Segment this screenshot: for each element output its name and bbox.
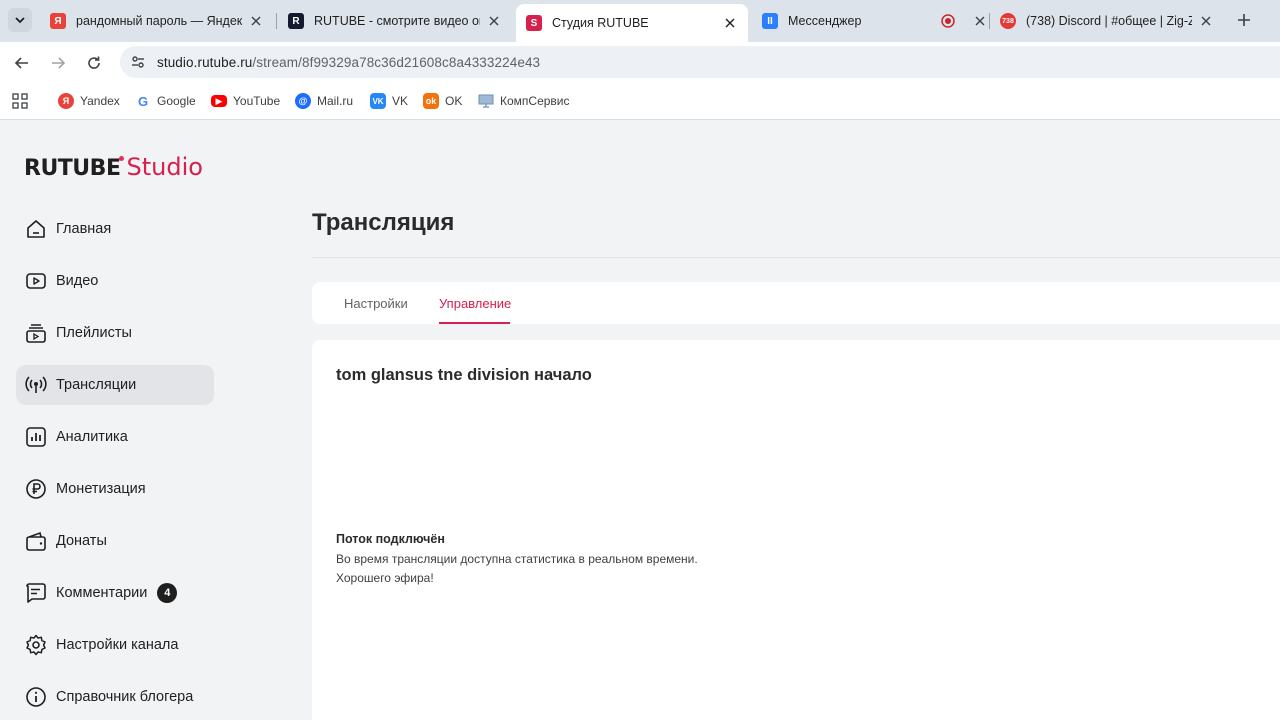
vk-icon: VK xyxy=(370,93,386,109)
analytics-icon xyxy=(24,425,48,449)
tab-management[interactable]: Управление xyxy=(439,296,511,311)
bookmark-google[interactable]: G Google xyxy=(135,92,196,110)
rutube-studio-icon: S xyxy=(526,15,542,31)
stream-status-title: Поток подключён xyxy=(336,532,445,546)
browser-tab-recording[interactable] xyxy=(930,6,986,36)
close-icon[interactable] xyxy=(972,13,988,29)
sidebar-item-monetization[interactable]: Монетизация xyxy=(16,469,214,509)
bookmarks-bar: Я Yandex G Google ▶ YouTube @ Mail.ru VK VK o… xyxy=(0,82,1280,120)
ruble-icon xyxy=(24,477,48,501)
plus-icon xyxy=(1238,14,1250,26)
mailru-icon: @ xyxy=(295,93,311,109)
playlist-icon xyxy=(24,321,48,345)
rutube-icon: R xyxy=(288,13,304,29)
new-tab-button[interactable] xyxy=(1234,10,1254,30)
recording-icon xyxy=(940,13,956,29)
sidebar-item-playlists[interactable]: Плейлисты xyxy=(16,313,214,353)
gear-icon xyxy=(24,633,48,657)
wallet-icon xyxy=(24,529,48,553)
stream-management-card: tom glansus tne division начало Поток по… xyxy=(312,340,1280,720)
logo-dot xyxy=(119,156,125,161)
browser-toolbar: studio.rutube.ru/stream/8f99329a78c36d21… xyxy=(0,42,1280,82)
yandex-icon: Я xyxy=(50,13,66,29)
bookmark-youtube[interactable]: ▶ YouTube xyxy=(211,92,280,110)
stream-status-line: Хорошего эфира! xyxy=(336,571,434,585)
forward-button[interactable] xyxy=(47,52,69,74)
close-icon[interactable] xyxy=(486,13,502,29)
arrow-left-icon xyxy=(14,57,28,69)
close-icon[interactable] xyxy=(722,15,738,31)
rutube-studio-logo[interactable]: RUTUBE Studio xyxy=(24,153,203,181)
info-icon xyxy=(24,685,48,709)
stream-status-line: Во время трансляции доступна статистика … xyxy=(336,552,698,566)
browser-tab-discord[interactable]: 738 (738) Discord | #общее | Zig-Zi xyxy=(990,6,1224,36)
browser-tab-yandex[interactable]: Я рандомный пароль — Яндекс xyxy=(40,6,274,36)
sidebar-item-channel-settings[interactable]: Настройки канала xyxy=(16,625,214,665)
close-icon[interactable] xyxy=(248,13,264,29)
discord-icon: 738 xyxy=(1000,13,1016,29)
sidebar-item-video[interactable]: Видео xyxy=(16,261,214,301)
video-icon xyxy=(24,269,48,293)
messenger-icon: II xyxy=(762,13,778,29)
youtube-icon: ▶ xyxy=(211,95,227,107)
page-title: Трансляция xyxy=(312,209,455,236)
tab-list-button[interactable] xyxy=(8,8,32,32)
home-icon xyxy=(24,217,48,241)
sidebar: Главная Видео Плейлисты Трансляции Анали… xyxy=(16,209,214,720)
close-icon[interactable] xyxy=(1198,13,1214,29)
sidebar-item-analytics[interactable]: Аналитика xyxy=(16,417,214,457)
comments-count-badge: 4 xyxy=(157,583,178,603)
arrow-right-icon xyxy=(52,57,66,69)
sidebar-item-broadcasts[interactable]: Трансляции xyxy=(16,365,214,405)
address-bar[interactable]: studio.rutube.ru/stream/8f99329a78c36d21… xyxy=(120,46,1280,78)
comment-icon xyxy=(24,581,48,605)
logo-product: Studio xyxy=(126,153,203,181)
browser-tab-bar: Я рандомный пароль — Яндекс R RUTUBE - с… xyxy=(0,0,1280,42)
ok-icon: ok xyxy=(423,93,439,109)
bookmark-ok[interactable]: ok OK xyxy=(423,92,462,110)
browser-tab-rutube[interactable]: R RUTUBE - смотрите видео онл xyxy=(278,6,512,36)
title-divider xyxy=(312,257,1280,258)
monitor-icon xyxy=(478,93,494,109)
logo-brand: RUTUBE xyxy=(24,156,125,181)
active-tab-indicator xyxy=(439,322,510,324)
apps-grid-icon[interactable] xyxy=(12,93,28,109)
sidebar-item-donations[interactable]: Донаты xyxy=(16,521,214,561)
back-button[interactable] xyxy=(11,52,33,74)
google-icon: G xyxy=(137,93,149,109)
stream-name: tom glansus tne division начало xyxy=(336,366,592,384)
site-settings-icon[interactable] xyxy=(128,52,148,72)
sidebar-item-comments[interactable]: Комментарии 4 xyxy=(16,573,214,613)
studio-page: RUTUBE Studio Главная Видео Плейлисты Тр… xyxy=(0,121,1280,720)
bookmark-yandex[interactable]: Я Yandex xyxy=(58,92,120,110)
page-tabs: Настройки Управление xyxy=(312,282,1280,324)
bookmark-mailru[interactable]: @ Mail.ru xyxy=(295,92,353,110)
url-text: studio.rutube.ru/stream/8f99329a78c36d21… xyxy=(157,54,541,70)
sidebar-item-blogger-guide[interactable]: Справочник блогера xyxy=(16,677,214,717)
yandex-icon: Я xyxy=(58,93,74,109)
broadcast-icon xyxy=(24,373,48,397)
reload-icon xyxy=(88,56,100,69)
sidebar-item-home[interactable]: Главная xyxy=(16,209,214,249)
chevron-down-icon xyxy=(15,17,25,24)
reload-button[interactable] xyxy=(83,52,105,74)
bookmark-kompservis[interactable]: КомпСервис xyxy=(478,92,570,110)
tab-separator xyxy=(276,13,277,29)
bookmark-vk[interactable]: VK VK xyxy=(370,92,408,110)
browser-tab-messenger[interactable]: II Мессенджер xyxy=(752,6,930,36)
tab-settings[interactable]: Настройки xyxy=(344,296,408,311)
browser-tab-rutube-studio[interactable]: S Студия RUTUBE xyxy=(516,4,748,42)
